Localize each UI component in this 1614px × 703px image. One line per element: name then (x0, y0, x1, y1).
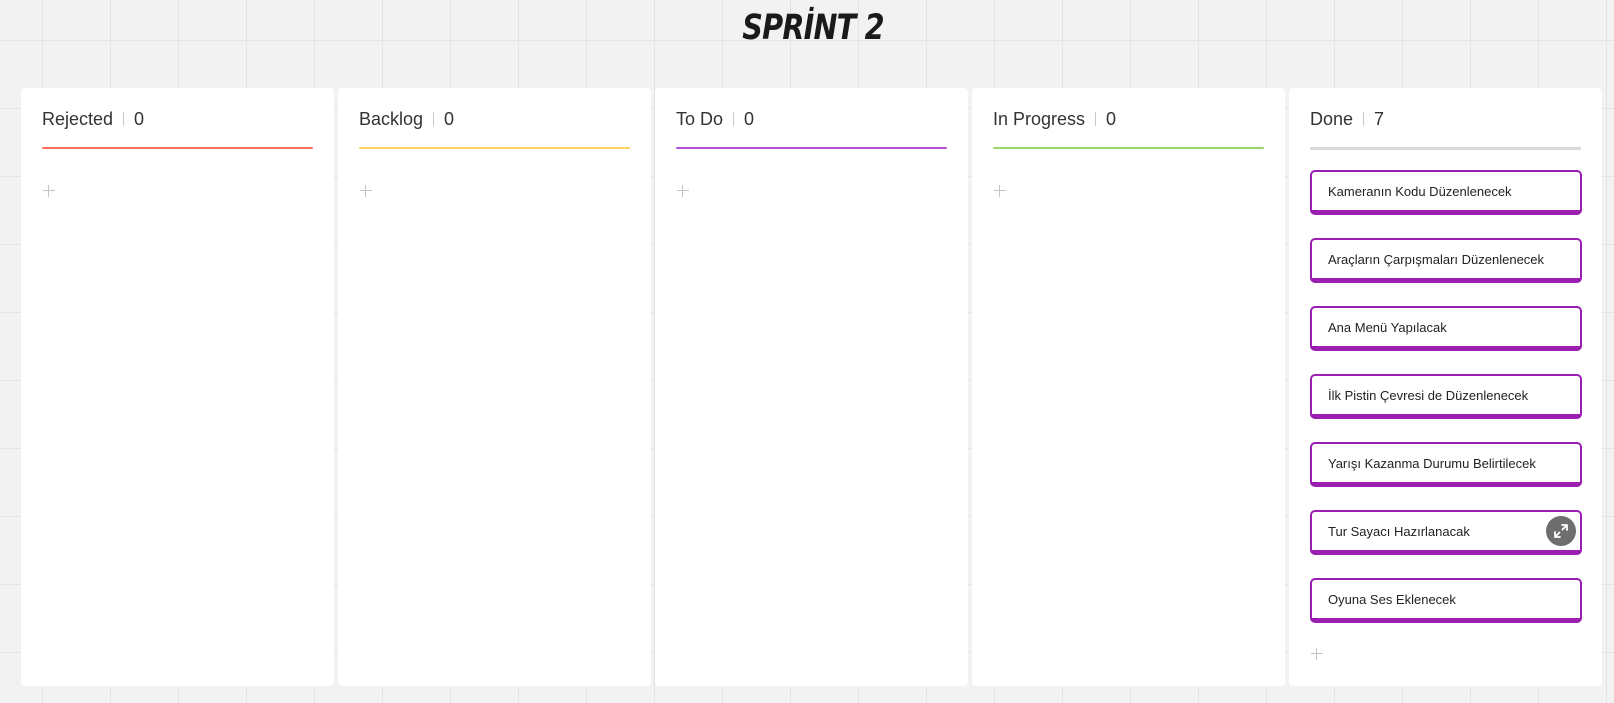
card[interactable]: Oyuna Ses Eklenecek (1310, 578, 1582, 623)
column-header[interactable]: Backlog 0 (359, 107, 630, 131)
column-title[interactable]: Backlog (359, 109, 423, 130)
board-title[interactable]: SPRİNT 2 (146, 8, 1479, 48)
column-to-do: To Do 0 (655, 88, 968, 686)
column-count: 7 (1374, 108, 1385, 129)
card[interactable]: Kameranın Kodu Düzenlenecek (1310, 170, 1582, 215)
card-text: Tur Sayacı Hazırlanacak (1328, 524, 1470, 539)
column-divider (123, 112, 125, 126)
column-count: 0 (134, 108, 145, 129)
column-header[interactable]: Rejected 0 (42, 107, 313, 131)
column-title[interactable]: To Do (676, 109, 723, 130)
column-color-bar (359, 147, 630, 149)
card-text: Oyuna Ses Eklenecek (1328, 592, 1456, 607)
column-header[interactable]: To Do 0 (676, 107, 947, 131)
card[interactable]: Ana Menü Yapılacak (1310, 306, 1582, 351)
card-text: Ana Menü Yapılacak (1328, 320, 1447, 335)
card-text: Yarışı Kazanma Durumu Belirtilecek (1328, 456, 1536, 471)
add-card-icon[interactable] (43, 185, 55, 197)
card-list: Kameranın Kodu Düzenlenecek Araçların Ça… (1310, 170, 1582, 646)
column-divider (1363, 112, 1365, 126)
column-color-bar (42, 147, 313, 149)
column-title[interactable]: Rejected (42, 109, 113, 130)
column-in-progress: In Progress 0 (972, 88, 1285, 686)
column-rejected: Rejected 0 (21, 88, 334, 686)
expand-icon (1554, 524, 1568, 538)
card[interactable]: İlk Pistin Çevresi de Düzenlenecek (1310, 374, 1582, 419)
add-card-icon[interactable] (677, 185, 689, 197)
add-card-icon[interactable] (994, 185, 1006, 197)
card-text: Kameranın Kodu Düzenlenecek (1328, 184, 1512, 199)
column-divider (733, 112, 735, 126)
expand-button[interactable] (1546, 516, 1576, 546)
column-color-bar (993, 147, 1264, 149)
card[interactable]: Yarışı Kazanma Durumu Belirtilecek (1310, 442, 1582, 487)
column-color-bar (1310, 147, 1581, 150)
card[interactable]: Araçların Çarpışmaları Düzenlenecek (1310, 238, 1582, 283)
column-backlog: Backlog 0 (338, 88, 651, 686)
card-text: Araçların Çarpışmaları Düzenlenecek (1328, 252, 1545, 267)
column-done: Done 7 Kameranın Kodu Düzenlenecek Araçl… (1289, 88, 1602, 686)
add-card-icon[interactable] (1311, 648, 1323, 660)
column-count: 0 (744, 108, 755, 129)
column-title[interactable]: In Progress (993, 109, 1085, 130)
column-count: 0 (1106, 108, 1117, 129)
column-header[interactable]: Done 7 (1310, 107, 1581, 131)
add-card-icon[interactable] (360, 185, 372, 197)
card-text: İlk Pistin Çevresi de Düzenlenecek (1328, 388, 1529, 403)
column-color-bar (676, 147, 947, 149)
column-count: 0 (444, 108, 455, 129)
column-divider (1095, 112, 1097, 126)
card[interactable]: Tur Sayacı Hazırlanacak (1310, 510, 1582, 555)
column-divider (433, 112, 435, 126)
column-title[interactable]: Done (1310, 109, 1353, 130)
column-header[interactable]: In Progress 0 (993, 107, 1264, 131)
